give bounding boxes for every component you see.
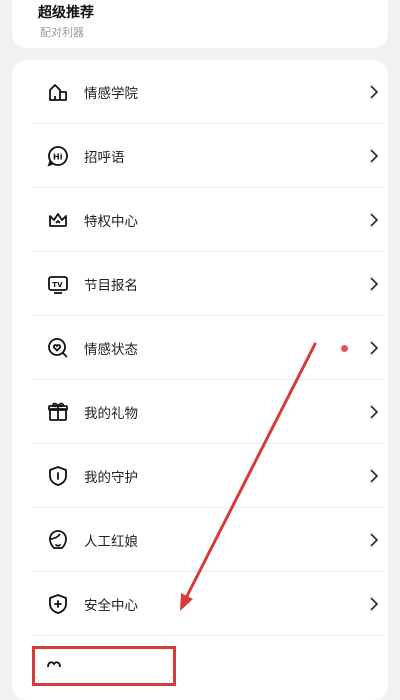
super-recommend-title: 超级推荐	[38, 5, 94, 21]
menu-item-label: 情感学院	[84, 86, 138, 102]
menu-item-show-signup[interactable]: TV 节目报名	[32, 252, 382, 316]
chevron-right-icon	[370, 213, 379, 227]
svg-text:TV: TV	[52, 281, 63, 289]
highlight-box	[32, 646, 176, 686]
chevron-right-icon	[370, 341, 379, 355]
menu-item-emotion-academy[interactable]: 情感学院	[32, 60, 382, 124]
menu-item-emotion-status[interactable]: 情感状态	[32, 316, 382, 380]
menu-item-privilege-center[interactable]: 特权中心	[32, 188, 382, 252]
tv-icon: TV	[46, 272, 70, 296]
chevron-right-icon	[370, 405, 379, 419]
menu-item-label: 人工红娘	[84, 534, 138, 550]
menu-item-label: 特权中心	[84, 214, 138, 230]
menu-item-my-gifts[interactable]: 我的礼物	[32, 380, 382, 444]
menu-item-label: 我的守护	[84, 470, 138, 486]
super-recommend-card[interactable]: 超级推荐 配对利器	[12, 0, 388, 48]
heart-search-icon	[46, 336, 70, 360]
gift-icon	[46, 400, 70, 424]
menu-item-my-guard[interactable]: 我的守护	[32, 444, 382, 508]
menu-item-security-center[interactable]: 安全中心	[32, 572, 382, 636]
chevron-right-icon	[370, 469, 379, 483]
super-recommend-subtitle: 配对利器	[40, 26, 84, 39]
shield-plus-icon	[46, 592, 70, 616]
chevron-right-icon	[370, 149, 379, 163]
menu-item-greeting[interactable]: Hi 招呼语	[32, 124, 382, 188]
menu-item-label: 招呼语	[84, 150, 125, 166]
menu-item-label: 我的礼物	[84, 406, 138, 422]
shield-info-icon	[46, 464, 70, 488]
chevron-right-icon	[370, 533, 379, 547]
menu-item-label: 安全中心	[84, 598, 138, 614]
menu-item-matchmaker[interactable]: 人工红娘	[32, 508, 382, 572]
school-icon	[46, 80, 70, 104]
crown-icon	[46, 208, 70, 232]
chevron-right-icon	[370, 597, 379, 611]
menu-item-label: 节目报名	[84, 278, 138, 294]
svg-text:Hi: Hi	[53, 153, 63, 162]
chevron-right-icon	[370, 277, 379, 291]
menu-card: 情感学院 Hi 招呼语 特权中心 TV 节目报名 情感状态 我的礼物 我的守护 …	[12, 60, 388, 700]
menu-item-label: 情感状态	[84, 342, 138, 358]
chevron-right-icon	[370, 85, 379, 99]
notification-dot	[341, 344, 348, 352]
matchmaker-icon	[46, 528, 70, 552]
hi-chat-icon: Hi	[46, 144, 70, 168]
